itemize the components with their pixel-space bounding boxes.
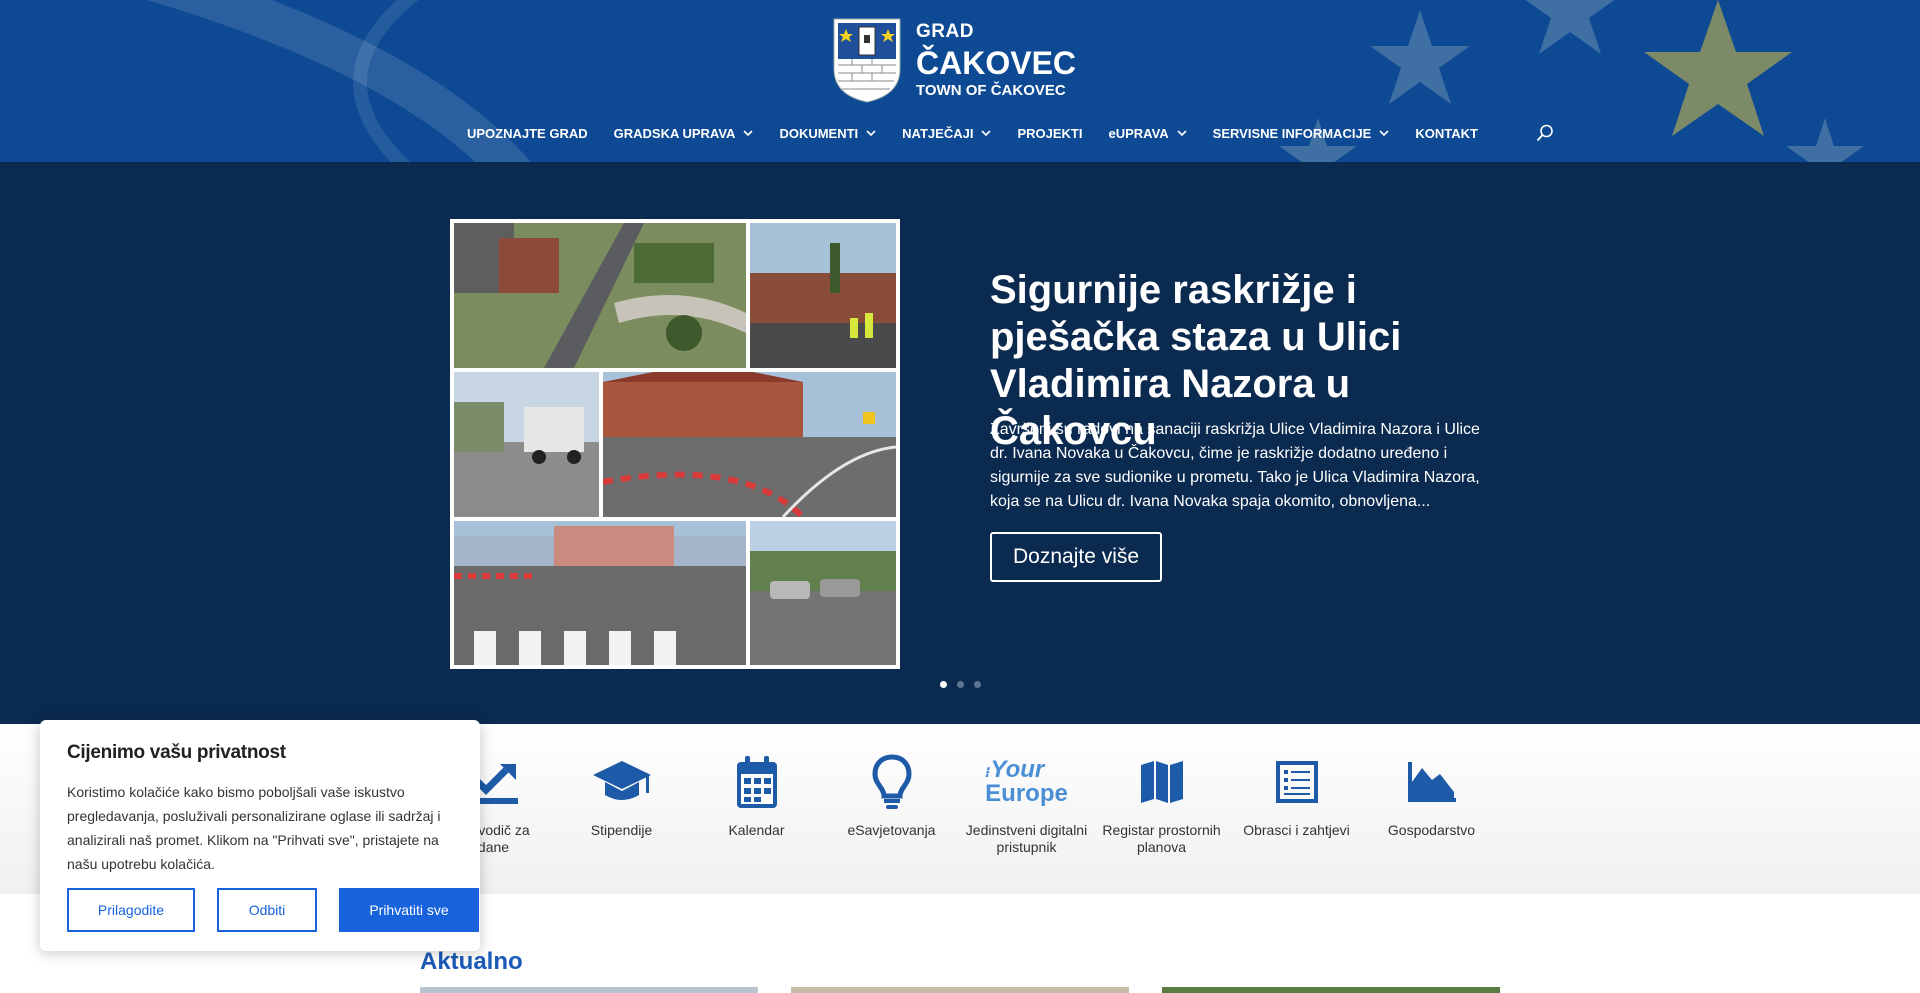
photo-new-intersection (603, 372, 896, 517)
nav-item-label: PROJEKTI (1017, 125, 1083, 141)
logo-line-town: TOWN OF ČAKOVEC (916, 82, 1066, 99)
coat-of-arms-icon (833, 18, 901, 103)
news-card-image-3[interactable] (1162, 987, 1500, 993)
site-logo[interactable]: GRAD ČAKOVEC TOWN OF ČAKOVEC (832, 17, 1076, 103)
nav-item-kontakt[interactable]: KONTAKT (1415, 126, 1478, 141)
calendar-icon (689, 752, 824, 812)
photo-aerial-view (454, 223, 746, 368)
slider-dot-1[interactable] (940, 681, 947, 688)
logo-text: GRAD ČAKOVEC TOWN OF ČAKOVEC (916, 22, 1076, 98)
your-europe-line1: Your (990, 756, 1045, 783)
slider-pagination (940, 681, 991, 688)
reject-button[interactable]: Odbiti (217, 888, 317, 932)
photo-crosswalk (454, 521, 746, 665)
photo-collage (454, 223, 896, 665)
nav-item-label: UPOZNAJTE GRAD (467, 125, 588, 141)
your-europe-logo: ⁝Your Europe (959, 752, 1094, 812)
photo-truck (454, 372, 599, 517)
chevron-down-icon (1177, 130, 1187, 137)
chevron-down-icon (743, 130, 754, 137)
main-navigation: UPOZNAJTE GRAD GRADSKA UPRAVA DOKUMENTI NAT… (467, 124, 1554, 142)
hero-description: Završeni su radovi na sanaciji raskrižja… (990, 421, 1480, 510)
area-chart-icon (1364, 752, 1499, 812)
cookie-consent-dialog: Cijenimo vašu privatnost Koristimo kolač… (40, 720, 480, 951)
nav-item-label: DOKUMENTI (779, 125, 859, 141)
nav-item-label: NATJEČAJI (902, 125, 974, 141)
service-label: Obrasci i zahtjevi (1243, 822, 1350, 838)
chevron-down-icon (981, 130, 992, 137)
news-card-image-2[interactable] (791, 987, 1129, 993)
news-card-image-1[interactable] (420, 987, 758, 993)
service-label: Stipendije (590, 822, 653, 838)
service-label: Registar prostornih planova (1102, 822, 1221, 855)
chevron-down-icon (1379, 130, 1389, 137)
service-esavjetovanja[interactable]: eSavjetovanja (824, 752, 959, 839)
nav-item-label: KONTAKT (1415, 125, 1478, 141)
service-stipendije[interactable]: Stipendije (554, 752, 689, 839)
section-title-aktualno: Aktualno (420, 948, 523, 975)
nav-item-projekti[interactable]: PROJEKTI (1017, 126, 1082, 141)
service-label: Kalendar (728, 822, 785, 838)
form-icon (1229, 752, 1364, 812)
service-obrasci[interactable]: Obrasci i zahtjevi (1229, 752, 1364, 839)
nav-item-dokumenti[interactable]: DOKUMENTI (779, 126, 876, 141)
logo-line-grad: GRAD (916, 21, 974, 42)
service-digital-gateway[interactable]: ⁝Your Europe Jedinstveni digitalni prist… (959, 752, 1094, 856)
service-kalendar[interactable]: Kalendar (689, 752, 824, 839)
photo-road-workers (750, 223, 896, 368)
service-label: Jedinstveni digitalni pristupnik (965, 822, 1088, 855)
nav-item-upoznajte-grad[interactable]: UPOZNAJTE GRAD (467, 126, 588, 141)
nav-item-gradska-uprava[interactable]: GRADSKA UPRAVA (614, 126, 754, 141)
cookie-buttons: Prilagodite Odbiti Prihvatiti sve (67, 888, 479, 932)
nav-item-label: GRADSKA UPRAVA (613, 125, 736, 141)
read-more-button[interactable]: Doznajte više (990, 532, 1163, 582)
hero-slider: Sigurnije raskrižje i pješačka staza u U… (0, 162, 1920, 724)
cookie-title: Cijenimo vašu privatnost (67, 742, 286, 763)
map-icon (1094, 752, 1229, 812)
customize-button[interactable]: Prilagodite (67, 888, 195, 932)
search-icon[interactable] (1536, 124, 1554, 142)
hero-image[interactable] (450, 219, 900, 669)
service-registar[interactable]: Registar prostornih planova (1094, 752, 1229, 856)
slider-dot-2[interactable] (957, 681, 964, 688)
site-header: GRAD ČAKOVEC TOWN OF ČAKOVEC UPOZNAJTE G… (0, 0, 1920, 162)
nav-item-servisne-informacije[interactable]: SERVISNE INFORMACIJE (1213, 126, 1390, 141)
your-europe-line2: Europe (985, 780, 1068, 807)
nav-item-label: eUPRAVA (1108, 125, 1169, 141)
logo-line-city: ČAKOVEC (916, 45, 1077, 81)
nav-item-label: SERVISNE INFORMACIJE (1212, 125, 1372, 141)
chevron-down-icon (866, 130, 876, 137)
service-label: eSavjetovanja (847, 822, 936, 838)
cookie-text: Koristimo kolačiće kako bismo poboljšali… (67, 784, 441, 872)
accept-all-button[interactable]: Prihvatiti sve (339, 888, 479, 932)
nav-item-euprava[interactable]: eUPRAVA (1108, 125, 1187, 141)
photo-cars (750, 521, 896, 665)
nav-item-natječaji[interactable]: NATJEČAJI (902, 125, 992, 141)
service-label: Gospodarstvo (1387, 822, 1476, 838)
graduation-cap-icon (554, 752, 689, 812)
slider-dot-3[interactable] (974, 681, 981, 688)
lightbulb-icon (824, 752, 959, 812)
service-gospodarstvo[interactable]: Gospodarstvo (1364, 752, 1499, 839)
